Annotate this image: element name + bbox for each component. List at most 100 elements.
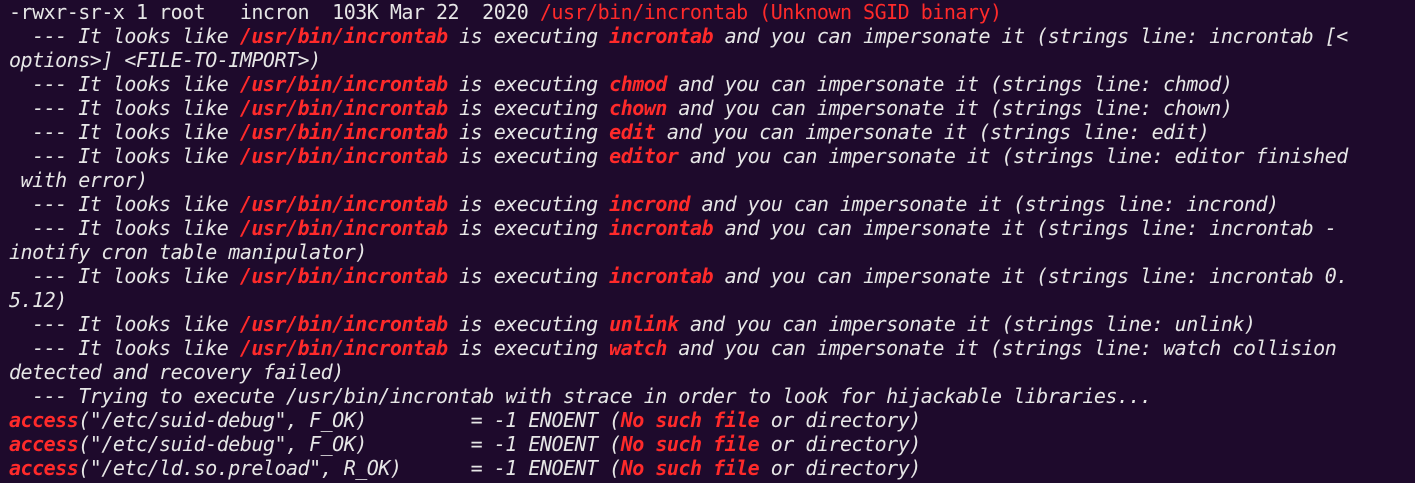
hint-strings-line-wrap: inotify cron table manipulator)	[9, 240, 367, 264]
hint-suffix: and you can impersonate it (strings line…	[689, 192, 1187, 216]
binary-path: /usr/bin/incrontab (Unknown SGID binary)	[539, 0, 1002, 24]
hint-middle: is executing	[447, 216, 610, 240]
impersonation-line: --- It looks like /usr/bin/incrontab is …	[9, 120, 1415, 144]
hint-middle: is executing	[447, 24, 610, 48]
hint-middle: is executing	[447, 336, 610, 360]
hint-binary-path: /usr/bin/incrontab	[239, 216, 448, 240]
hint-suffix: and you can impersonate it (strings line…	[713, 216, 1210, 240]
hint-prefix: --- It looks like	[9, 192, 240, 216]
impersonation-line: --- It looks like /usr/bin/incrontab is …	[9, 216, 1415, 240]
hint-middle: is executing	[447, 312, 610, 336]
hint-binary-path: /usr/bin/incrontab	[239, 336, 448, 360]
hint-suffix: and you can impersonate it (strings line…	[666, 96, 1164, 120]
hint-command: chown	[609, 96, 667, 120]
hint-prefix: --- It looks like	[9, 312, 240, 336]
hint-strings-line-wrap: options>] <FILE-TO-IMPORT>)	[9, 48, 321, 72]
hint-prefix: --- It looks like	[9, 144, 240, 168]
hint-command: unlink	[609, 312, 679, 336]
hint-binary-path: /usr/bin/incrontab	[239, 144, 448, 168]
impersonation-line-wrap: inotify cron table manipulator)	[9, 240, 1415, 264]
hint-middle: is executing	[447, 144, 610, 168]
hint-binary-path: /usr/bin/incrontab	[239, 24, 448, 48]
hint-command: chmod	[609, 72, 667, 96]
syscall-error: No such file	[620, 456, 760, 480]
hint-suffix: and you can impersonate it (strings line…	[678, 312, 1175, 336]
hint-binary-path: /usr/bin/incrontab	[239, 96, 448, 120]
syscall-padding	[367, 432, 471, 456]
hint-prefix: --- It looks like	[9, 120, 240, 144]
strace-output: access("/etc/suid-debug", F_OK) = -1 ENO…	[9, 408, 1415, 480]
syscall-padding	[401, 456, 470, 480]
impersonation-line: --- It looks like /usr/bin/incrontab is …	[9, 312, 1415, 336]
hint-binary-path: /usr/bin/incrontab	[239, 264, 448, 288]
file-listing-line: -rwxr-sr-x 1 root incron 103K Mar 22 202…	[9, 0, 1415, 24]
hint-strings-line-wrap: 5.12)	[9, 288, 67, 312]
syscall-name: access	[9, 456, 79, 480]
impersonation-line: --- It looks like /usr/bin/incrontab is …	[9, 72, 1415, 96]
hint-prefix: --- It looks like	[9, 96, 240, 120]
syscall-name: access	[9, 432, 79, 456]
hint-suffix: and you can impersonate it (strings line…	[713, 264, 1210, 288]
hint-command: incrond	[609, 192, 690, 216]
syscall-name: access	[9, 408, 79, 432]
syscall-padding	[367, 408, 471, 432]
syscall-result: = -1 ENOENT (	[470, 432, 622, 456]
syscall-result: = -1 ENOENT (	[470, 408, 622, 432]
hint-prefix: --- It looks like	[9, 264, 240, 288]
hint-command: editor	[609, 144, 679, 168]
hint-strings-line-wrap: with error)	[9, 168, 148, 192]
strace-call-line: access("/etc/suid-debug", F_OK) = -1 ENO…	[9, 408, 1415, 432]
impersonation-line-wrap: with error)	[9, 168, 1415, 192]
strace-call-line: access("/etc/ld.so.preload", R_OK) = -1 …	[9, 456, 1415, 480]
strace-notice: --- Trying to execute /usr/bin/incrontab…	[9, 384, 1152, 408]
file-permissions: -rwxr-sr-x 1 root incron 103K Mar 22 202…	[9, 0, 540, 24]
hint-suffix: and you can impersonate it (strings line…	[713, 24, 1210, 48]
hint-strings-line: incrontab 0.	[1209, 264, 1348, 288]
hint-suffix: and you can impersonate it (strings line…	[655, 120, 1152, 144]
impersonation-line: --- It looks like /usr/bin/incrontab is …	[9, 96, 1415, 120]
hint-binary-path: /usr/bin/incrontab	[239, 120, 448, 144]
syscall-error-tail: or directory)	[759, 408, 922, 432]
hint-command: edit	[609, 120, 656, 144]
impersonation-line: --- It looks like /usr/bin/incrontab is …	[9, 336, 1415, 360]
hint-prefix: --- It looks like	[9, 24, 240, 48]
impersonation-line-wrap: options>] <FILE-TO-IMPORT>)	[9, 48, 1415, 72]
impersonation-line-wrap: 5.12)	[9, 288, 1415, 312]
hint-strings-line: editor finished	[1174, 144, 1349, 168]
hint-command: incrontab	[609, 216, 714, 240]
hint-strings-line: chown)	[1163, 96, 1233, 120]
hint-strings-line: edit)	[1151, 120, 1210, 144]
hint-middle: is executing	[447, 120, 610, 144]
impersonation-line: --- It looks like /usr/bin/incrontab is …	[9, 192, 1415, 216]
syscall-args: ("/etc/suid-debug", F_OK)	[78, 432, 367, 456]
syscall-args: ("/etc/ld.so.preload", R_OK)	[78, 456, 402, 480]
impersonation-line: --- It looks like /usr/bin/incrontab is …	[9, 144, 1415, 168]
hint-strings-line: incrontab -	[1209, 216, 1337, 240]
hint-binary-path: /usr/bin/incrontab	[239, 72, 448, 96]
hint-strings-line: incrontab [<	[1209, 24, 1348, 48]
hint-strings-line: incrond)	[1186, 192, 1279, 216]
hint-binary-path: /usr/bin/incrontab	[239, 192, 448, 216]
hint-prefix: --- It looks like	[9, 72, 240, 96]
terminal-window[interactable]: -rwxr-sr-x 1 root incron 103K Mar 22 202…	[0, 0, 1415, 483]
hint-strings-line-wrap: detected and recovery failed)	[9, 360, 344, 384]
syscall-error: No such file	[620, 432, 760, 456]
impersonation-list: --- It looks like /usr/bin/incrontab is …	[9, 24, 1415, 384]
impersonation-line-wrap: detected and recovery failed)	[9, 360, 1415, 384]
hint-middle: is executing	[447, 264, 610, 288]
hint-prefix: --- It looks like	[9, 216, 240, 240]
hint-middle: is executing	[447, 72, 610, 96]
hint-binary-path: /usr/bin/incrontab	[239, 312, 448, 336]
syscall-error-tail: or directory)	[759, 456, 922, 480]
impersonation-line: --- It looks like /usr/bin/incrontab is …	[9, 24, 1415, 48]
hint-strings-line: watch collision	[1163, 336, 1337, 360]
syscall-error: No such file	[620, 408, 760, 432]
hint-strings-line: unlink)	[1174, 312, 1256, 336]
syscall-error-tail: or directory)	[759, 432, 922, 456]
syscall-args: ("/etc/suid-debug", F_OK)	[78, 408, 367, 432]
hint-prefix: --- It looks like	[9, 336, 240, 360]
hint-suffix: and you can impersonate it (strings line…	[666, 72, 1164, 96]
strace-call-line: access("/etc/suid-debug", F_OK) = -1 ENO…	[9, 432, 1415, 456]
hint-command: watch	[609, 336, 667, 360]
hint-suffix: and you can impersonate it (strings line…	[666, 336, 1164, 360]
